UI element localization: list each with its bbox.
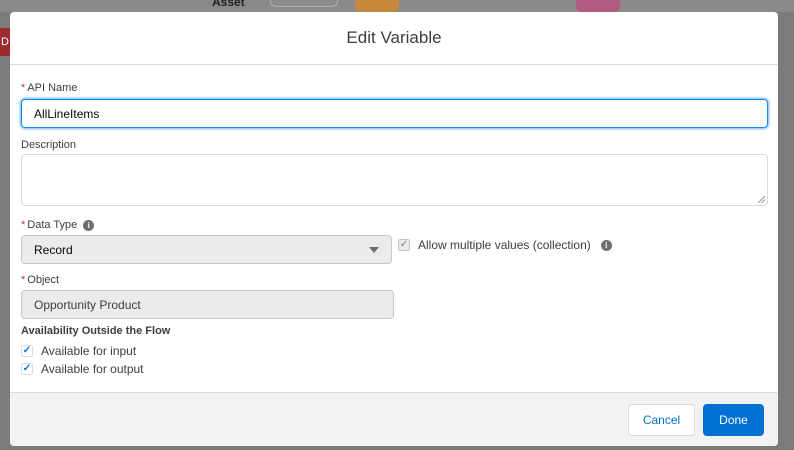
description-label: Description <box>21 139 77 151</box>
available-for-input-label: Available for input <box>41 344 137 358</box>
available-for-input-option[interactable]: ✓ Available for input <box>21 344 136 358</box>
available-for-input-checkbox[interactable]: ✓ <box>21 345 33 357</box>
chevron-down-icon <box>369 246 379 253</box>
api-name-input[interactable]: AllLineItems <box>21 99 768 128</box>
allow-multiple-label: Allow multiple values (collection) <box>418 238 591 252</box>
edit-variable-modal: Edit Variable * API Name AllLineItems Des… <box>10 12 778 446</box>
available-for-output-option[interactable]: ✓ Available for output <box>21 362 144 376</box>
info-icon[interactable]: i <box>600 239 612 251</box>
canvas-connector <box>270 0 338 7</box>
modal-footer: Cancel Done <box>10 392 778 446</box>
modal-header: Edit Variable <box>10 12 778 65</box>
available-for-output-label: Available for output <box>41 362 144 376</box>
data-type-value: Record <box>34 242 73 257</box>
api-name-label: * API Name <box>21 82 78 94</box>
info-icon[interactable]: i <box>83 219 95 231</box>
data-type-label: * Data Type i <box>21 219 95 231</box>
availability-section-title: Availability Outside the Flow <box>21 325 171 337</box>
allow-multiple-values-option[interactable]: ✓ Allow multiple values (collection) i <box>398 238 612 252</box>
canvas-side-element: D <box>0 28 10 56</box>
required-marker: * <box>21 82 26 94</box>
resize-grip-icon[interactable] <box>758 196 765 203</box>
cancel-button[interactable]: Cancel <box>628 404 695 436</box>
modal-title: Edit Variable <box>346 28 442 47</box>
object-label: * Object <box>21 274 60 286</box>
modal-body: * API Name AllLineItems Description * Data… <box>10 65 778 393</box>
canvas-element-label: Asset <box>212 0 245 9</box>
allow-multiple-checkbox[interactable]: ✓ <box>398 239 410 251</box>
available-for-output-checkbox[interactable]: ✓ <box>21 363 33 375</box>
object-field: Opportunity Product <box>21 290 394 319</box>
description-textarea[interactable] <box>21 154 768 206</box>
canvas-node-orange <box>355 0 399 12</box>
object-value: Opportunity Product <box>34 297 141 312</box>
api-name-value: AllLineItems <box>34 106 100 121</box>
data-type-select[interactable]: Record <box>21 235 392 264</box>
canvas-node-pink <box>576 0 620 12</box>
done-button[interactable]: Done <box>703 404 764 436</box>
